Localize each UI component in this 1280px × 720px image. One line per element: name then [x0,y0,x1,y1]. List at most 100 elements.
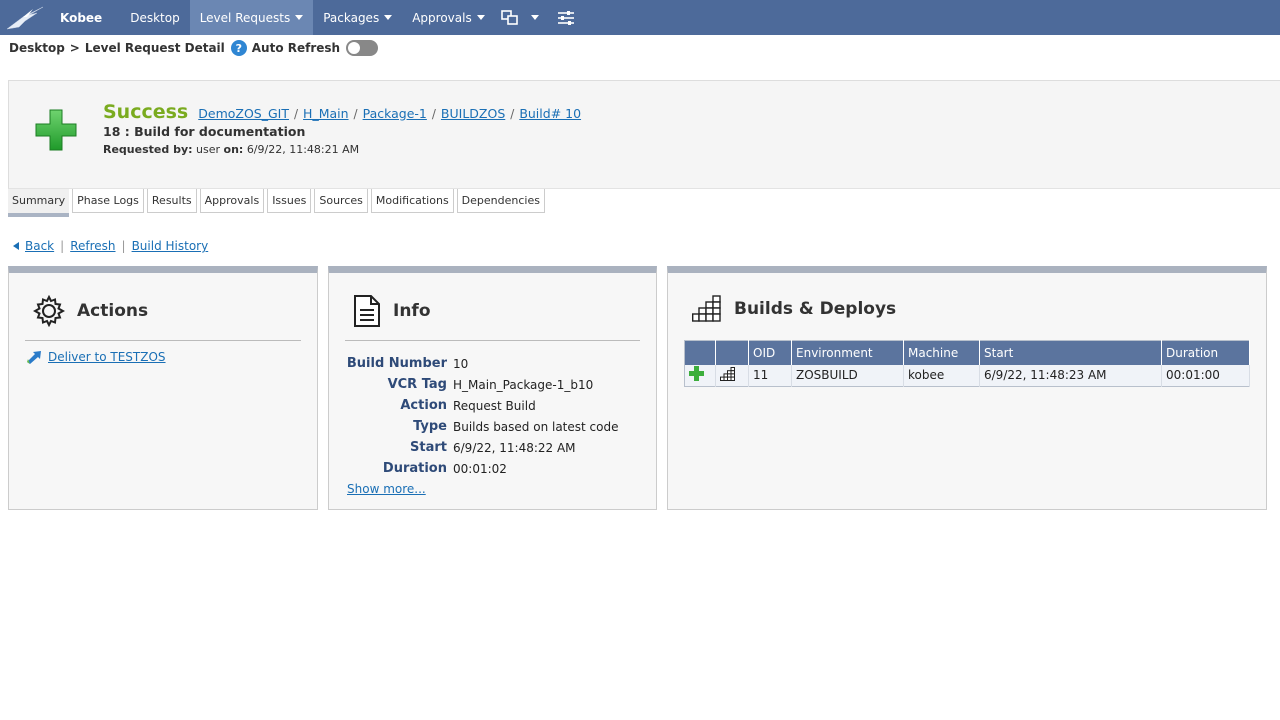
nav-approvals[interactable]: Approvals [402,0,495,35]
table-header-row: OID Environment Machine Start Duration [684,340,1250,365]
col-oid[interactable]: OID [748,340,792,365]
requested-by-line: Requested by: user on: 6/9/22, 11:48:21 … [103,143,359,156]
tab-issues[interactable]: Issues [267,189,312,213]
path-separator: / [353,107,358,121]
breadcrumb-desktop[interactable]: Desktop [9,41,65,55]
back-link[interactable]: Back [25,239,54,253]
nav-packages-label: Packages [323,10,380,25]
path-level-link[interactable]: BUILDZOS [441,106,505,121]
chevron-down-icon [384,15,393,20]
nav-level-requests[interactable]: Level Requests [189,0,314,35]
back-arrow-icon[interactable] [13,242,19,250]
build-history-link[interactable]: Build History [132,239,209,253]
top-nav: Kobee Desktop Level Requests Packages Ap… [0,0,1280,35]
info-value: Request Build [453,398,536,413]
stairs-icon [692,295,722,323]
builds-table: OID Environment Machine Start Duration 1… [684,340,1250,387]
info-key: Start [410,440,447,455]
build-stairs-icon [720,366,735,381]
tab-dependencies[interactable]: Dependencies [456,189,545,213]
col-duration[interactable]: Duration [1161,340,1250,365]
requested-by-value: user [196,143,221,156]
path-build-link[interactable]: Build# 10 [519,106,581,121]
tab-modifications[interactable]: Modifications [370,189,454,213]
info-row: Type Builds based on latest code [345,416,618,437]
col-machine[interactable]: Machine [903,340,980,365]
nav-packages[interactable]: Packages [313,0,402,35]
bird-logo-icon[interactable] [0,0,50,35]
link-separator: | [60,239,65,253]
gear-icon [33,295,65,327]
tab-summary[interactable]: Summary [8,189,70,217]
path-separator: / [510,107,515,121]
info-value: H_Main_Package-1_b10 [453,377,594,392]
row-oid: 11 [748,364,792,387]
info-key: Type [413,419,447,434]
link-separator: | [121,239,126,253]
path-separator: / [431,107,436,121]
row-duration: 00:01:00 [1161,364,1250,387]
requested-by-label: Requested by: [103,143,193,156]
tab-approvals[interactable]: Approvals [199,189,265,213]
info-row: Action Request Build [345,395,618,416]
actions-title-text: Actions [77,301,149,321]
settings-sliders-button[interactable] [545,0,581,35]
requested-on-value: 6/9/22, 11:48:21 AM [246,143,360,156]
help-icon[interactable]: ? [230,40,247,56]
info-key: Duration [382,461,447,476]
breadcrumb-separator: > [69,41,80,55]
sliders-icon [557,10,574,25]
breadcrumb-current: Level Request Detail [84,41,225,55]
info-divider [345,340,640,341]
actions-panel: Actions Deliver to TESTZOS [8,266,318,510]
table-row[interactable]: 11 ZOSBUILD kobee 6/9/22, 11:48:23 AM 00… [684,364,1250,387]
auto-refresh-label: Auto Refresh [251,41,341,55]
tab-results[interactable]: Results [146,189,197,213]
info-value: 10 [453,356,469,371]
info-row: VCR Tag H_Main_Package-1_b10 [345,374,618,395]
breadcrumb: Desktop > Level Request Detail ? Auto Re… [9,40,379,56]
info-table: Build Number 10 VCR Tag H_Main_Package-1_b… [345,353,619,479]
row-machine: kobee [903,364,980,387]
builds-panel: Builds & Deploys OID Environment Machine… [667,266,1267,510]
windows-icon [500,9,518,25]
path-package-link[interactable]: Package-1 [363,106,427,121]
info-value: Builds based on latest code [453,419,619,434]
info-row: Start 6/9/22, 11:48:22 AM [345,437,618,458]
tab-sources[interactable]: Sources [314,189,368,213]
info-value: 00:01:02 [453,461,507,476]
tab-phase-logs[interactable]: Phase Logs [72,189,144,213]
path-separator: / [294,107,299,121]
nav-level-requests-label: Level Requests [199,10,291,25]
col-environment[interactable]: Environment [791,340,904,365]
info-row: Build Number 10 [345,353,618,374]
info-key: VCR Tag [387,377,447,392]
path-stream-link[interactable]: H_Main [303,106,349,121]
show-more-link[interactable]: Show more... [347,482,426,496]
action-links: Back | Refresh | Build History [11,239,208,253]
chevron-down-icon [530,15,539,20]
on-label: on: [223,143,244,156]
col-status[interactable] [684,340,716,365]
chevron-down-icon [476,15,485,20]
deliver-action[interactable]: Deliver to TESTZOS [26,350,166,364]
document-icon [353,295,381,327]
tab-bar: Summary Phase Logs Results Approvals Iss… [8,189,548,217]
info-value: 6/9/22, 11:48:22 AM [453,440,576,455]
auto-refresh-toggle[interactable] [346,40,379,56]
builds-title: Builds & Deploys [692,295,896,323]
toggle-knob [348,42,361,54]
nav-desktop[interactable]: Desktop [120,0,190,35]
nav-desktop-label: Desktop [130,10,180,25]
actions-divider [25,340,301,341]
row-status-cell [684,364,716,387]
windows-menu-button[interactable] [495,0,545,35]
brand-name[interactable]: Kobee [50,0,120,35]
refresh-link[interactable]: Refresh [70,239,115,253]
deliver-arrow-icon [27,351,41,364]
col-start[interactable]: Start [979,340,1162,365]
path-project-link[interactable]: DemoZOS_GIT [198,106,289,121]
info-title-text: Info [393,301,431,321]
deliver-link[interactable]: Deliver to TESTZOS [48,350,166,364]
col-type[interactable] [715,340,749,365]
